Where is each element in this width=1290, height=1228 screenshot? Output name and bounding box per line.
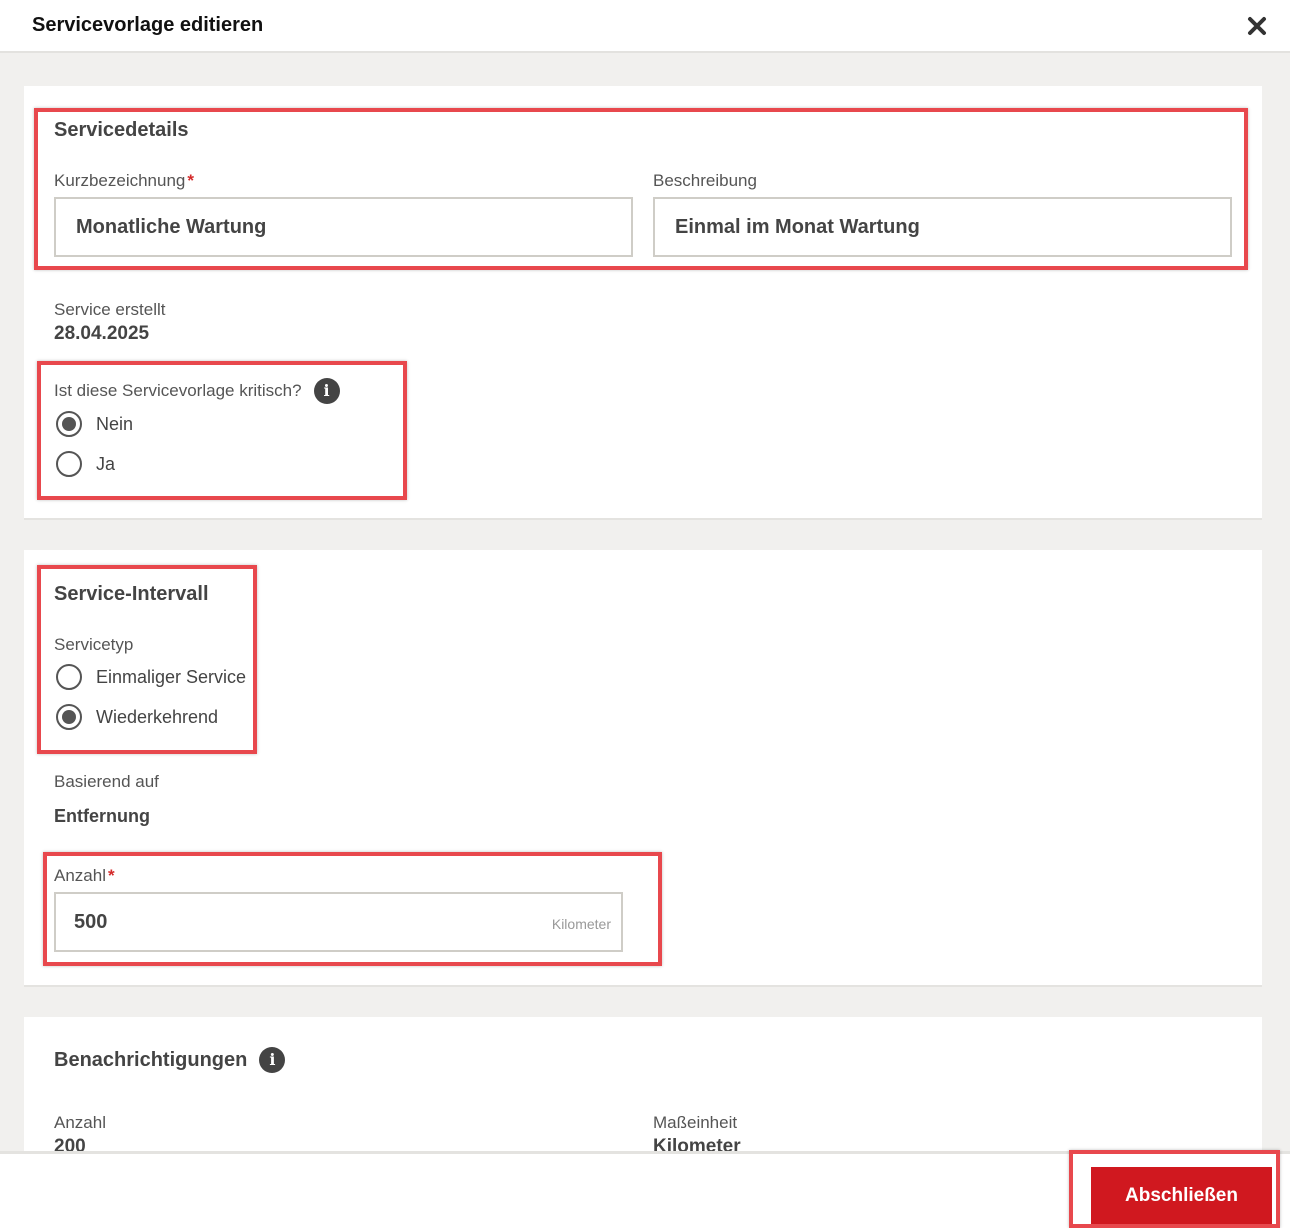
section-heading-interval: Service-Intervall xyxy=(54,583,209,605)
count-label-text: Anzahl xyxy=(54,866,106,885)
section-heading-servicedetails: Servicedetails xyxy=(54,119,189,141)
radio-button-checked[interactable] xyxy=(56,411,82,437)
radio-type-recurring[interactable]: Wiederkehrend xyxy=(56,704,218,730)
radio-critical-no[interactable]: Nein xyxy=(56,411,133,437)
close-icon[interactable] xyxy=(1244,13,1270,39)
critical-question: Ist diese Servicevorlage kritisch? i xyxy=(54,378,340,404)
dialog-body[interactable]: Servicedetails Kurzbezeichnung * Monatlic… xyxy=(0,55,1290,1151)
short-name-label: Kurzbezeichnung * xyxy=(54,171,194,191)
radio-label-yes: Ja xyxy=(96,453,116,474)
notification-unit-label: Maßeinheit xyxy=(653,1113,738,1132)
short-name-label-text: Kurzbezeichnung xyxy=(54,171,186,190)
based-on-label: Basierend auf xyxy=(54,772,159,791)
count-input[interactable]: 500 Kilometer xyxy=(54,892,623,952)
radio-label-once: Einmaliger Service xyxy=(96,666,247,687)
critical-question-text: Ist diese Servicevorlage kritisch? xyxy=(54,381,302,400)
notification-count-label: Anzahl xyxy=(54,1113,106,1132)
short-name-value: Monatliche Wartung xyxy=(76,216,267,238)
count-unit: Kilometer xyxy=(551,916,611,932)
description-label: Beschreibung xyxy=(653,171,757,190)
count-value: 500 xyxy=(74,911,108,933)
service-interval-card: Service-Intervall Servicetyp Einmaliger … xyxy=(24,550,1262,987)
finish-button[interactable]: Abschließen xyxy=(1091,1167,1272,1225)
info-icon[interactable]: i xyxy=(259,1047,286,1073)
notification-unit-value: Kilometer xyxy=(653,1136,741,1151)
info-icon[interactable]: i xyxy=(313,378,340,404)
required-mark: * xyxy=(107,866,115,885)
radio-type-once[interactable]: Einmaliger Service xyxy=(56,664,246,690)
dialog-footer: Abschließen xyxy=(0,1151,1290,1228)
short-name-input[interactable]: Monatliche Wartung xyxy=(54,197,633,257)
count-label: Anzahl * xyxy=(54,866,115,886)
created-value: 28.04.2025 xyxy=(54,323,150,344)
service-type-label: Servicetyp xyxy=(54,635,134,654)
description-value: Einmal im Monat Wartung xyxy=(675,216,920,238)
based-on-value: Entfernung xyxy=(54,806,150,826)
notifications-card: Benachrichtigungen i Anzahl 200 Maßeinhe… xyxy=(24,1017,1262,1151)
section-heading-notifications: Benachrichtigungen xyxy=(54,1048,248,1071)
description-input[interactable]: Einmal im Monat Wartung xyxy=(653,197,1232,257)
notification-count-value: 200 xyxy=(54,1136,86,1151)
service-details-card: Servicedetails Kurzbezeichnung * Monatlic… xyxy=(24,86,1262,520)
created-label: Service erstellt xyxy=(54,300,166,319)
radio-label-recurring: Wiederkehrend xyxy=(96,706,219,727)
radio-label-no: Nein xyxy=(96,413,134,434)
dialog-header: Servicevorlage editieren xyxy=(0,0,1290,53)
radio-button-checked[interactable] xyxy=(56,704,82,730)
radio-critical-yes[interactable]: Ja xyxy=(56,451,115,477)
radio-button[interactable] xyxy=(56,664,82,690)
notifications-heading: Benachrichtigungen i xyxy=(54,1047,286,1073)
required-mark: * xyxy=(187,171,194,190)
dialog-title: Servicevorlage editieren xyxy=(32,14,264,36)
radio-button[interactable] xyxy=(56,451,82,477)
